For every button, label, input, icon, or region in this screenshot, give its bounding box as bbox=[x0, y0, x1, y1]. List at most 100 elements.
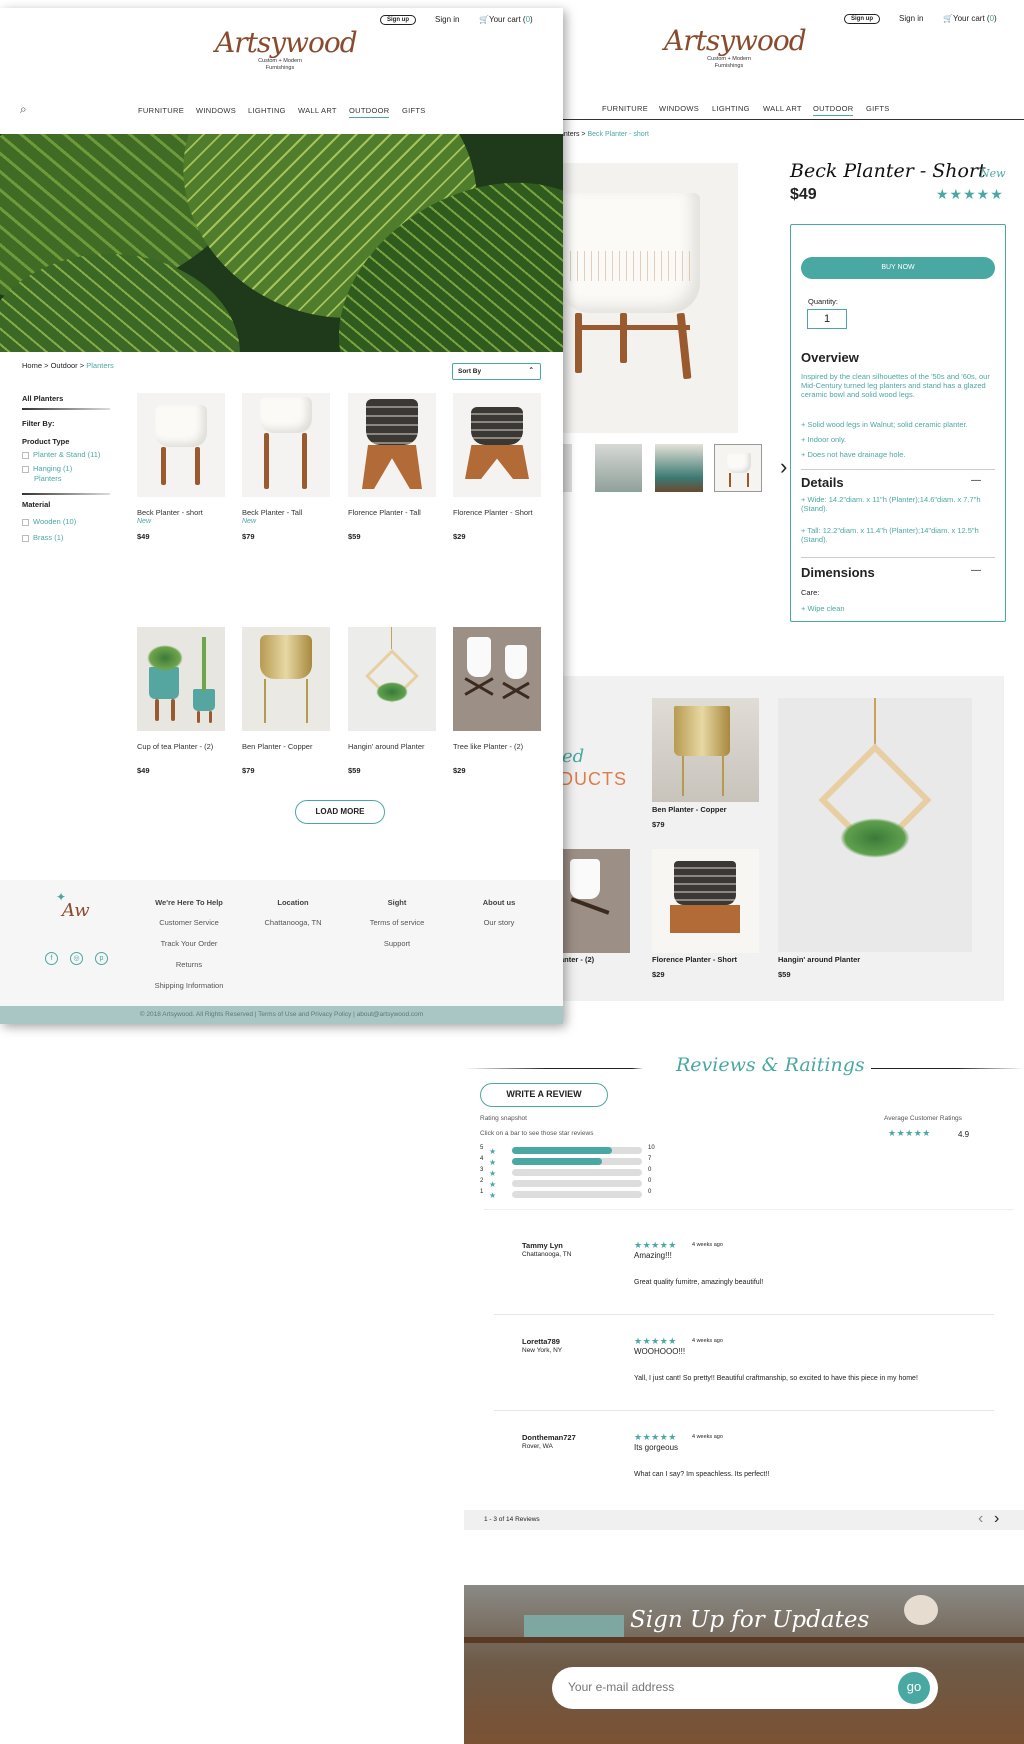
nav-outdoor[interactable]: OUTDOOR bbox=[813, 104, 854, 116]
search-icon[interactable]: ⌕ bbox=[20, 102, 27, 117]
nav-furniture[interactable]: FURNITURE bbox=[138, 106, 184, 115]
footer-col-help: We're Here To Help Customer Service Trac… bbox=[139, 898, 239, 1002]
sign-in-link[interactable]: Sign in bbox=[435, 15, 459, 24]
signup-section: Sign Up for Updates Your e-mail address … bbox=[464, 1585, 1024, 1744]
load-more-button[interactable]: LOAD MORE bbox=[295, 800, 385, 824]
footer-link[interactable]: Terms of service bbox=[347, 918, 447, 927]
footer-col-about: About us Our story bbox=[449, 898, 549, 939]
sign-up-button[interactable]: Sign up bbox=[380, 14, 416, 25]
related-image[interactable] bbox=[652, 849, 759, 953]
review-item: Dontheman727 Rover, WA ★★★★★ 4 weeks ago… bbox=[522, 1432, 770, 1478]
filter-label: Planters bbox=[34, 474, 62, 483]
breadcrumb: Home > Outdoor > Planters bbox=[22, 361, 114, 370]
filter-checkbox[interactable]: Hanging (1) bbox=[22, 464, 112, 473]
footer-link[interactable]: Returns bbox=[139, 960, 239, 969]
related-image[interactable] bbox=[560, 849, 630, 953]
thumbnail-selected[interactable] bbox=[714, 444, 762, 492]
bar-count: 0 bbox=[648, 1167, 652, 1173]
product-main-image bbox=[560, 163, 738, 433]
nav-lighting[interactable]: LIGHTING bbox=[712, 104, 750, 113]
footer-link[interactable]: Our story bbox=[449, 918, 549, 927]
breadcrumb-current: Beck Planter - short bbox=[587, 131, 649, 138]
next-arrow-icon[interactable]: › bbox=[780, 454, 787, 480]
reviews-heading: Reviews & Raitings bbox=[670, 1054, 871, 1076]
buy-now-button[interactable]: BUY NOW bbox=[801, 257, 995, 279]
prev-page-icon[interactable]: ‹ bbox=[978, 1510, 983, 1528]
related-name[interactable]: Florence Planter - Short bbox=[652, 955, 737, 964]
related-image-featured[interactable] bbox=[778, 698, 972, 952]
details-heading: Details bbox=[801, 475, 844, 490]
footer-link[interactable]: Shipping Information bbox=[139, 981, 239, 990]
average-value: 4.9 bbox=[958, 1130, 970, 1139]
review-item: Loretta789 New York, NY ★★★★★ 4 weeks ag… bbox=[522, 1336, 918, 1382]
footer-logo[interactable]: Aw bbox=[62, 900, 90, 921]
rating-bar[interactable] bbox=[512, 1169, 642, 1176]
cart-link[interactable]: 🛒Your cart (0) bbox=[943, 14, 997, 23]
sign-up-button[interactable]: Sign up bbox=[844, 13, 880, 24]
brand-logo[interactable]: Artsywood Custom + Modern Furnishings bbox=[215, 28, 358, 72]
brand-logo[interactable]: Artsywood Custom + Modern Furnishings bbox=[664, 26, 807, 70]
filter-checkbox[interactable]: Brass (1) bbox=[22, 533, 112, 542]
rating-bar[interactable] bbox=[512, 1158, 642, 1165]
collapse-dimensions-icon[interactable]: — bbox=[971, 565, 981, 576]
overview-bullets: + Solid wood legs in Walnut; solid ceram… bbox=[801, 417, 1001, 462]
footer-link[interactable]: Track Your Order bbox=[139, 939, 239, 948]
footer-link[interactable]: Customer Service bbox=[139, 918, 239, 927]
sort-dropdown[interactable]: Sort By ⌃ bbox=[452, 363, 541, 380]
related-image[interactable] bbox=[652, 698, 759, 802]
product-image bbox=[453, 393, 541, 497]
product-image bbox=[137, 627, 225, 731]
thumbnail[interactable] bbox=[595, 444, 642, 492]
all-planters-link[interactable]: All Planters bbox=[22, 394, 112, 403]
footer-link[interactable]: Chattanooga, TN bbox=[243, 918, 343, 927]
quantity-input[interactable]: 1 bbox=[807, 309, 847, 329]
write-review-button[interactable]: WRITE A REVIEW bbox=[480, 1083, 608, 1107]
rating-stars: ★★★★★ bbox=[936, 186, 1004, 202]
care-label: Care: bbox=[801, 588, 820, 597]
breadcrumb-home[interactable]: Home > bbox=[22, 361, 48, 370]
footer-link[interactable]: Support bbox=[347, 939, 447, 948]
related-name[interactable]: Ben Planter - Copper bbox=[652, 805, 727, 814]
nav-furniture[interactable]: FURNITURE bbox=[602, 104, 648, 113]
pinterest-icon[interactable]: p bbox=[95, 952, 108, 965]
star-icon: ★ bbox=[489, 1158, 497, 1167]
nav-gifts[interactable]: GIFTS bbox=[402, 106, 426, 115]
pagination-count: 1 - 3 of 14 Reviews bbox=[484, 1516, 540, 1523]
sign-in-link[interactable]: Sign in bbox=[899, 14, 923, 23]
instagram-icon[interactable]: ◎ bbox=[70, 952, 83, 965]
next-page-icon[interactable]: › bbox=[994, 1510, 999, 1528]
snapshot-label: Rating snapshot bbox=[480, 1115, 527, 1122]
facebook-icon[interactable]: f bbox=[45, 952, 58, 965]
rating-bar[interactable] bbox=[512, 1191, 642, 1198]
bar-star-label: 1 bbox=[480, 1189, 484, 1195]
go-button[interactable]: go bbox=[898, 1672, 930, 1704]
breadcrumb: anters > Beck Planter - short bbox=[560, 131, 649, 138]
nav-lighting[interactable]: LIGHTING bbox=[248, 106, 286, 115]
snapshot-hint: Click on a bar to see those star reviews bbox=[480, 1130, 594, 1137]
filter-checkbox[interactable]: Planter & Stand (11) bbox=[22, 450, 112, 459]
rating-bar[interactable] bbox=[512, 1147, 642, 1154]
bullet: + Indoor only. bbox=[801, 435, 847, 444]
nav-windows[interactable]: WINDOWS bbox=[196, 106, 236, 115]
nav-windows[interactable]: WINDOWS bbox=[659, 104, 699, 113]
material-heading: Material bbox=[22, 500, 51, 509]
rating-bar[interactable] bbox=[512, 1180, 642, 1187]
average-label: Average Customer Ratings bbox=[884, 1115, 962, 1122]
nav-gifts[interactable]: GIFTS bbox=[866, 104, 890, 113]
nav-wall-art[interactable]: WALL ART bbox=[763, 104, 802, 113]
related-name[interactable]: Hangin' around Planter bbox=[778, 955, 860, 964]
collapse-details-icon[interactable]: — bbox=[971, 475, 981, 486]
new-badge: New bbox=[980, 167, 1006, 180]
breadcrumb-outdoor[interactable]: Outdoor bbox=[51, 361, 78, 370]
related-name[interactable]: anter - (2) bbox=[560, 955, 594, 964]
cart-link[interactable]: 🛒Your cart (0) bbox=[479, 15, 533, 24]
care-bullet: + Wipe clean bbox=[801, 604, 845, 613]
email-input[interactable]: Your e-mail address go bbox=[552, 1667, 938, 1709]
nav-outdoor[interactable]: OUTDOOR bbox=[349, 106, 390, 118]
thumbnail[interactable] bbox=[655, 444, 703, 492]
sparkle-icon: ✦ bbox=[56, 890, 67, 904]
star-icon: ★ bbox=[489, 1147, 497, 1156]
filter-checkbox[interactable]: Wooden (10) bbox=[22, 517, 112, 526]
nav-wall-art[interactable]: WALL ART bbox=[298, 106, 337, 115]
bar-count: 0 bbox=[648, 1189, 652, 1195]
